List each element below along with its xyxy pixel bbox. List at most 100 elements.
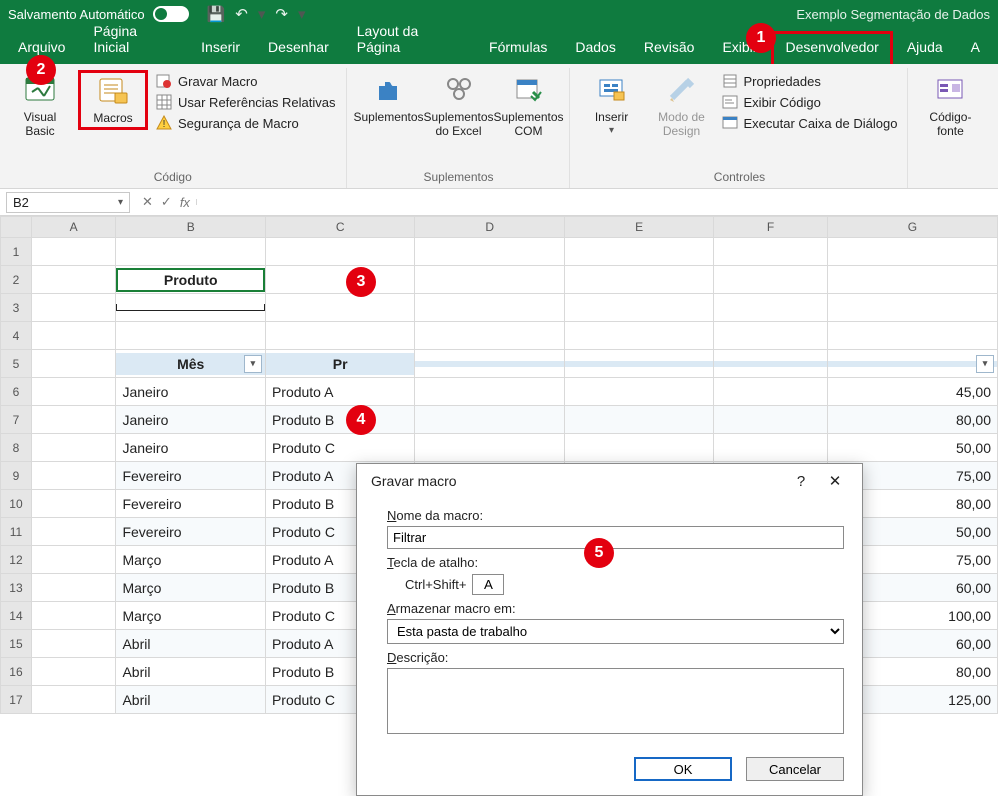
tab-desenvolvedor[interactable]: Desenvolvedor	[771, 31, 892, 64]
fx-icon[interactable]: fx	[180, 195, 190, 210]
cell[interactable]: Março	[116, 574, 265, 602]
armazenar-select[interactable]: Esta pasta de trabalho	[387, 619, 844, 644]
filter-button[interactable]: ▾	[244, 355, 262, 373]
suplementos-button[interactable]: Suplementos	[357, 70, 421, 124]
cell[interactable]	[714, 266, 827, 294]
cell[interactable]	[31, 378, 116, 406]
col-header[interactable]: C	[265, 217, 414, 238]
seguranca-macro-button[interactable]: ! Segurança de Macro	[154, 114, 338, 132]
nome-macro-input[interactable]	[387, 526, 844, 549]
cell[interactable]	[415, 406, 564, 434]
undo-dropdown-icon[interactable]: ▾	[258, 5, 266, 23]
row-header[interactable]: 13	[1, 574, 32, 602]
cell[interactable]	[714, 238, 827, 266]
row-header[interactable]: 10	[1, 490, 32, 518]
redo-icon[interactable]: ↷	[275, 5, 288, 23]
select-all-corner[interactable]	[1, 217, 32, 238]
col-header[interactable]: D	[415, 217, 564, 238]
row-header[interactable]: 4	[1, 322, 32, 350]
cell[interactable]	[116, 238, 265, 266]
row-header[interactable]: 11	[1, 518, 32, 546]
row-header[interactable]: 16	[1, 658, 32, 686]
row-header[interactable]: 2	[1, 266, 32, 294]
cell[interactable]: ▾	[827, 350, 997, 378]
cell[interactable]	[31, 238, 116, 266]
row-header[interactable]: 17	[1, 686, 32, 714]
exibir-codigo-button[interactable]: Exibir Código	[720, 93, 900, 111]
tab-desenhar[interactable]: Desenhar	[254, 31, 343, 64]
row-header[interactable]: 3	[1, 294, 32, 322]
tab-dados[interactable]: Dados	[561, 31, 629, 64]
ok-button[interactable]: OK	[634, 757, 732, 781]
cell[interactable]: 80,00	[827, 406, 997, 434]
cell[interactable]	[564, 238, 713, 266]
cell[interactable]: Março	[116, 546, 265, 574]
cell[interactable]: Janeiro	[116, 434, 265, 462]
cell[interactable]	[415, 434, 564, 462]
col-header[interactable]: G	[827, 217, 997, 238]
tab-pagina-inicial[interactable]: Página Inicial	[79, 15, 187, 64]
cell[interactable]	[31, 602, 116, 630]
cell[interactable]: Fevereiro	[116, 462, 265, 490]
row-header[interactable]: 6	[1, 378, 32, 406]
macros-button[interactable]: Macros	[78, 70, 148, 130]
cell[interactable]: Abril	[116, 686, 265, 714]
selected-cell[interactable]: Produto	[116, 268, 264, 292]
cell[interactable]: 45,00	[827, 378, 997, 406]
tab-ajuda[interactable]: Ajuda	[893, 31, 957, 64]
redo-dropdown-icon[interactable]: ▾	[298, 5, 306, 23]
suplementos-com-button[interactable]: Suplementos COM	[497, 70, 561, 138]
row-header[interactable]: 8	[1, 434, 32, 462]
cell[interactable]	[714, 434, 827, 462]
cell[interactable]	[31, 462, 116, 490]
cell[interactable]	[31, 322, 116, 350]
cell[interactable]	[31, 406, 116, 434]
cell[interactable]	[265, 294, 414, 322]
enter-formula-icon[interactable]: ✓	[161, 194, 172, 210]
cancel-button[interactable]: Cancelar	[746, 757, 844, 781]
tab-layout[interactable]: Layout da Página	[343, 15, 475, 64]
row-header[interactable]: 5	[1, 350, 32, 378]
cell[interactable]: Mês▾	[116, 350, 265, 378]
cell[interactable]	[116, 294, 265, 322]
inserir-controle-button[interactable]: Inserir ▾	[580, 70, 644, 138]
cell[interactable]: Pr	[265, 350, 414, 378]
cell[interactable]: Abril	[116, 630, 265, 658]
tab-inserir[interactable]: Inserir	[187, 31, 254, 64]
cell[interactable]: Janeiro	[116, 406, 265, 434]
save-icon[interactable]: 💾	[207, 5, 226, 23]
cell[interactable]	[31, 518, 116, 546]
cell[interactable]	[31, 294, 116, 322]
cell[interactable]	[564, 406, 713, 434]
row-header[interactable]: 12	[1, 546, 32, 574]
cell[interactable]	[31, 630, 116, 658]
cell[interactable]	[415, 266, 564, 294]
row-header[interactable]: 1	[1, 238, 32, 266]
cell[interactable]	[827, 238, 997, 266]
cell[interactable]	[714, 350, 827, 378]
cell[interactable]	[827, 322, 997, 350]
cell[interactable]	[31, 574, 116, 602]
cell[interactable]: 50,00	[827, 434, 997, 462]
cell[interactable]: Produto C	[265, 434, 414, 462]
cell[interactable]: Fevereiro	[116, 490, 265, 518]
cell[interactable]	[415, 238, 564, 266]
tab-extra[interactable]: A	[957, 31, 994, 64]
cell[interactable]	[31, 546, 116, 574]
cell[interactable]: Abril	[116, 658, 265, 686]
cell[interactable]	[564, 266, 713, 294]
cell[interactable]	[265, 322, 414, 350]
cell[interactable]	[31, 434, 116, 462]
cell[interactable]: Produto A	[265, 378, 414, 406]
col-header[interactable]: B	[116, 217, 265, 238]
tab-revisao[interactable]: Revisão	[630, 31, 709, 64]
cell[interactable]	[116, 304, 264, 311]
propriedades-button[interactable]: Propriedades	[720, 72, 900, 90]
col-header[interactable]: F	[714, 217, 827, 238]
suplementos-excel-button[interactable]: Suplementos do Excel	[427, 70, 491, 138]
cell[interactable]	[31, 686, 116, 714]
cell[interactable]	[415, 322, 564, 350]
cell[interactable]: Produto B	[265, 406, 414, 434]
cell[interactable]	[415, 350, 564, 378]
cell[interactable]	[31, 658, 116, 686]
